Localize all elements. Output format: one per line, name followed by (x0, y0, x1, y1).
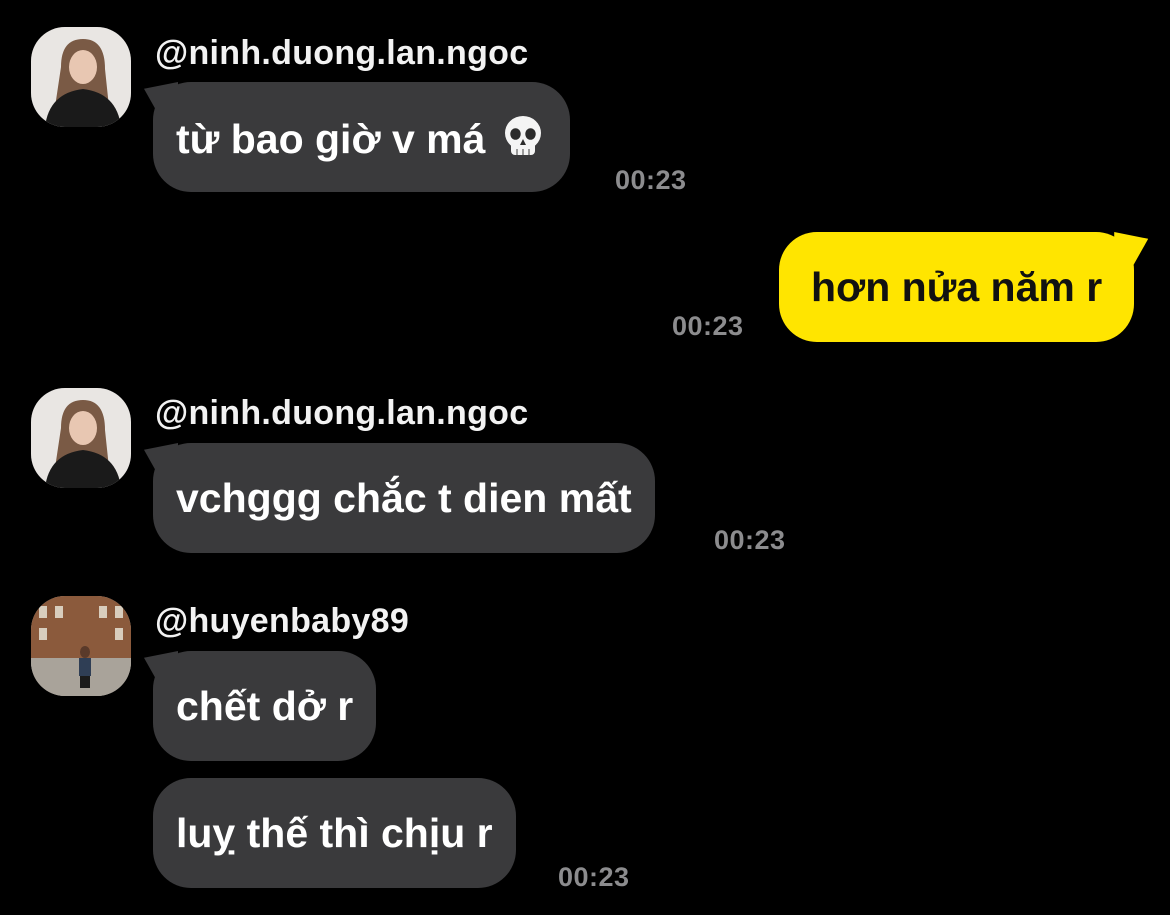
sender-username[interactable]: @huyenbaby89 (155, 601, 409, 641)
profile-photo (31, 596, 131, 696)
message-bubble-outgoing[interactable]: hơn nửa năm r (779, 232, 1135, 342)
message-text: luỵ thế thì chịu r (176, 810, 493, 856)
message-text: vchggg chắc t dien mất (176, 475, 632, 521)
avatar-ninh-duong-lan-ngoc[interactable] (31, 388, 131, 488)
message-bubble[interactable]: từ bao giờ v má (153, 82, 571, 192)
avatar-ninh-duong-lan-ngoc[interactable] (31, 27, 131, 127)
message-text: hơn nửa năm r (811, 264, 1103, 310)
skull-emoji-icon (499, 113, 547, 171)
profile-photo (31, 27, 131, 127)
sender-username[interactable]: @ninh.duong.lan.ngoc (155, 393, 528, 433)
message-timestamp: 00:23 (558, 862, 630, 892)
message-timestamp: 00:23 (672, 311, 744, 341)
avatar-huyenbaby89[interactable] (31, 596, 131, 696)
message-bubble[interactable]: vchggg chắc t dien mất (153, 443, 655, 553)
message-text: chết dở r (176, 683, 354, 729)
message-bubble[interactable]: luỵ thế thì chịu r (153, 778, 516, 888)
profile-photo (31, 388, 131, 488)
message-timestamp: 00:23 (714, 525, 786, 555)
sender-username[interactable]: @ninh.duong.lan.ngoc (155, 33, 528, 73)
message-timestamp: 00:23 (615, 165, 687, 195)
message-text: từ bao giờ v má (176, 116, 486, 162)
message-bubble[interactable]: chết dở r (153, 651, 377, 761)
